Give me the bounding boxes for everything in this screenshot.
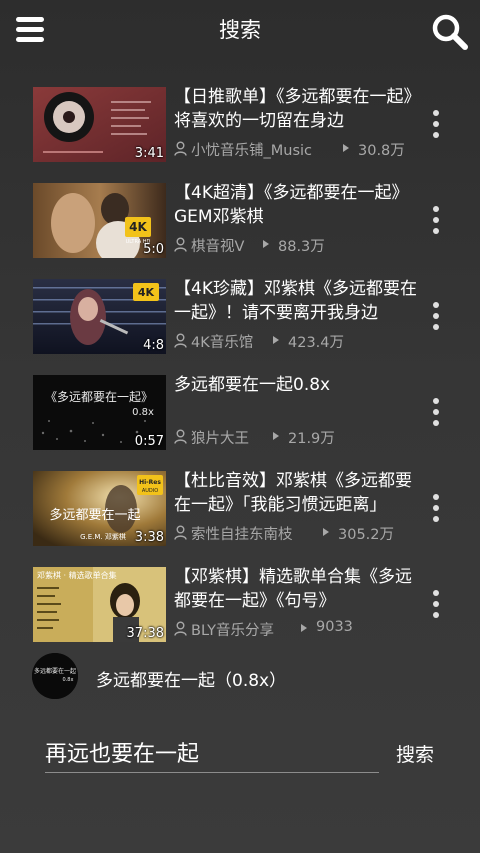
video-meta: 狼片大王 21.9万 (174, 427, 424, 447)
user-icon (174, 525, 187, 540)
user-icon (174, 621, 187, 636)
search-input[interactable] (45, 733, 379, 771)
page-title: 搜索 (219, 18, 261, 42)
cover-subtitle: 0.8x (63, 677, 74, 683)
thumbnail-title: 多远都要在一起 (49, 507, 140, 523)
video-title: 【4K珍藏】邓紫棋《多远都要在一起》！请不要离开我身边 (174, 279, 417, 323)
more-options-button[interactable] (428, 300, 444, 332)
badge-text: 4K (138, 286, 155, 299)
play-count-icon (273, 336, 279, 344)
channel-name: 小忧音乐铺_Music (191, 143, 313, 159)
video-title: 【4K超清】《多远都要在一起》GEM邓紫棋 (174, 183, 409, 227)
video-thumbnail[interactable]: 邓紫棋 · 精选歌单合集 37:38 (33, 567, 166, 642)
video-duration: 37:38 (126, 626, 164, 641)
thumbnail-subtitle: G.E.M. 邓紫棋 (80, 532, 126, 541)
badge-text: 4K (129, 220, 147, 234)
play-count-icon (343, 144, 349, 152)
more-options-button[interactable] (428, 588, 444, 620)
user-icon (174, 237, 187, 252)
video-result[interactable]: 4K ULTRA HD 5:0 【4K超清】《多远都要在一起》GEM邓紫棋 棋音… (30, 176, 450, 272)
search-button[interactable] (428, 10, 472, 54)
view-count: 88.3万 (278, 239, 325, 255)
video-title: 【邓紫棋】精选歌单合集《多远都要在一起》《句号》 (174, 567, 412, 611)
now-playing-bar[interactable]: 多远都要在一起 0.8x 多远都要在一起（0.8x） (30, 652, 450, 702)
video-duration: 0:57 (134, 434, 164, 449)
video-result[interactable]: 3:41 【日推歌单】《多远都要在一起》将喜欢的一切留在身边 小忧音乐铺_Mus… (30, 80, 450, 176)
video-thumbnail[interactable]: 4K 4:8 (33, 279, 166, 354)
video-result[interactable]: 邓紫棋 · 精选歌单合集 37:38 【邓紫棋】精选歌单合集《多远都要在一起》《… (30, 560, 450, 656)
video-meta: 小忧音乐铺_Music 30.8万 (174, 139, 424, 159)
cover-art: 多远都要在一起 0.8x (32, 653, 78, 699)
play-count-icon (323, 528, 329, 536)
video-title: 【杜比音效】邓紫棋《多远都要在一起》「我能习惯远距离」 (174, 471, 412, 515)
video-title: 多远都要在一起0.8x (174, 375, 331, 395)
user-icon (174, 141, 187, 156)
top-bar: 搜索 (0, 0, 480, 64)
video-thumbnail[interactable]: 4K ULTRA HD 5:0 (33, 183, 166, 258)
video-thumbnail[interactable]: 3:41 (33, 87, 166, 162)
play-count-icon (301, 624, 307, 632)
more-options-button[interactable] (428, 396, 444, 428)
search-submit-button[interactable]: 搜索 (396, 740, 434, 767)
video-thumbnail[interactable]: 《多远都要在一起》 0.8x 0:57 (33, 375, 166, 450)
video-duration: 5:0 (143, 242, 164, 257)
video-duration: 3:41 (134, 146, 164, 161)
more-options-button[interactable] (428, 108, 444, 140)
badge-text: Hi-Res (139, 479, 161, 486)
badge-subtext: AUDIO (142, 488, 158, 494)
play-count-icon (263, 240, 269, 248)
search-field (45, 733, 379, 773)
channel-name: BLY音乐分享 (191, 623, 274, 639)
video-thumbnail[interactable]: Hi-Res AUDIO 多远都要在一起 G.E.M. 邓紫棋 3:38 (33, 471, 166, 546)
thumbnail-subtitle: 0.8x (132, 407, 154, 418)
video-duration: 3:38 (134, 530, 164, 545)
view-count: 305.2万 (338, 527, 395, 543)
view-count: 21.9万 (288, 431, 335, 447)
view-count: 9033 (316, 619, 353, 635)
thumbnail-title: 《多远都要在一起》 (45, 390, 153, 404)
view-count: 423.4万 (288, 335, 345, 351)
video-title: 【日推歌单】《多远都要在一起》将喜欢的一切留在身边 (174, 87, 412, 131)
channel-name: 索性自挂东南枝 (191, 527, 293, 543)
user-icon (174, 429, 187, 444)
results-list: 3:41 【日推歌单】《多远都要在一起》将喜欢的一切留在身边 小忧音乐铺_Mus… (30, 80, 450, 656)
video-duration: 4:8 (143, 338, 164, 353)
video-meta: 索性自挂东南枝 305.2万 (174, 523, 424, 543)
channel-name: 4K音乐馆 (191, 335, 254, 351)
user-icon (174, 333, 187, 348)
channel-name: 棋音视V (191, 239, 245, 255)
more-options-button[interactable] (428, 204, 444, 236)
play-count-icon (273, 432, 279, 440)
channel-name: 狼片大王 (191, 431, 249, 447)
video-meta: 棋音视V 88.3万 (174, 235, 424, 255)
now-playing-title: 多远都要在一起（0.8x） (96, 671, 287, 691)
video-result[interactable]: Hi-Res AUDIO 多远都要在一起 G.E.M. 邓紫棋 3:38 【杜比… (30, 464, 450, 560)
view-count: 30.8万 (358, 143, 405, 159)
video-result[interactable]: 4K 4:8 【4K珍藏】邓紫棋《多远都要在一起》！请不要离开我身边 4K音乐馆… (30, 272, 450, 368)
cover-title: 多远都要在一起 (34, 667, 76, 675)
now-playing-cover[interactable]: 多远都要在一起 0.8x (32, 653, 78, 699)
more-options-button[interactable] (428, 492, 444, 524)
video-meta: BLY音乐分享 9033 (174, 619, 424, 639)
magnifier-icon (432, 14, 468, 50)
video-meta: 4K音乐馆 423.4万 (174, 331, 424, 351)
video-result[interactable]: 《多远都要在一起》 0.8x 0:57 多远都要在一起0.8x 狼片大王 21.… (30, 368, 450, 464)
thumbnail-title: 邓紫棋 · 精选歌单合集 (37, 570, 117, 580)
